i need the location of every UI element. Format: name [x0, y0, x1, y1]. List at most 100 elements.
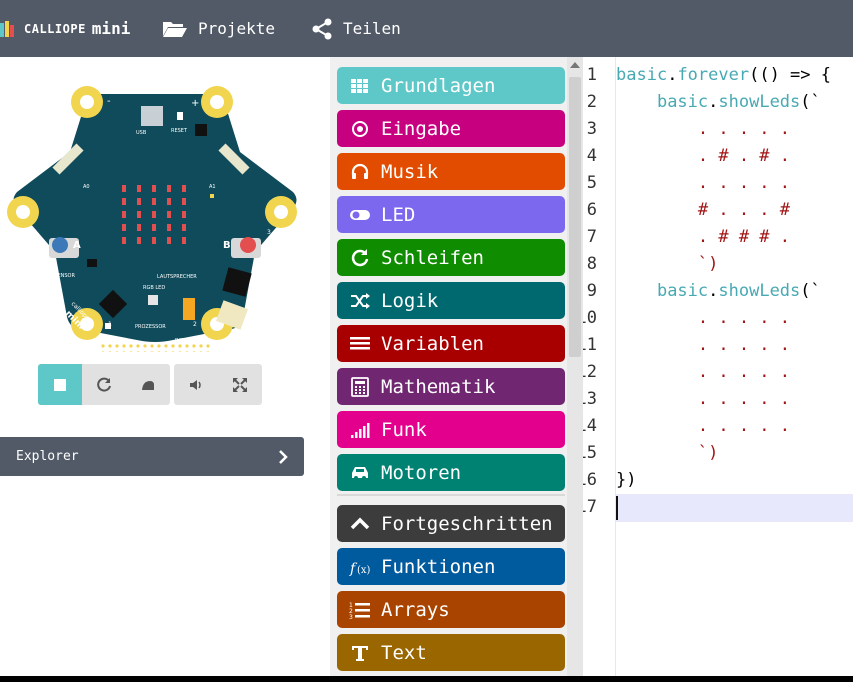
- code-line[interactable]: . # # # .: [616, 227, 790, 247]
- code-line[interactable]: . . . . .: [616, 362, 790, 382]
- led: [167, 198, 171, 205]
- toolbox-category-label: Mathematik: [381, 375, 496, 398]
- led: [182, 198, 186, 205]
- headphones-icon: [345, 162, 375, 182]
- scroll-up-icon[interactable]: [570, 62, 580, 68]
- code-led-pattern: . # . # .: [697, 146, 791, 166]
- code-function: showLeds: [718, 281, 801, 301]
- share-icon: [312, 18, 332, 39]
- code-line[interactable]: `): [616, 254, 718, 274]
- chevron-up-icon: [345, 514, 375, 534]
- explorer-button[interactable]: Explorer: [0, 437, 304, 476]
- line-number: 14: [583, 416, 597, 436]
- projects-button[interactable]: Projekte: [162, 0, 275, 57]
- line-number: 5: [586, 173, 597, 193]
- edge-pin-dot: [122, 351, 126, 352]
- reset-button[interactable]: [195, 124, 207, 136]
- code-line[interactable]: . . . . .: [616, 308, 790, 328]
- code-line[interactable]: . . . . .: [616, 416, 790, 436]
- mute-button[interactable]: [174, 364, 218, 405]
- toolbox-category-label: LED: [381, 203, 416, 226]
- code-line[interactable]: . # . # .: [616, 146, 790, 166]
- list-icon: [345, 334, 375, 354]
- code-line[interactable]: . . . . .: [616, 119, 790, 139]
- toolbox-category-label: Text: [381, 641, 427, 664]
- edge-pin-dot: [164, 344, 168, 348]
- toolbox-category-label: Funktionen: [381, 555, 496, 578]
- toolbox-category-fortgeschritten[interactable]: Fortgeschritten: [337, 505, 565, 542]
- line-number: 4: [586, 146, 597, 166]
- code-line[interactable]: `): [616, 443, 718, 463]
- code-line[interactable]: . . . . .: [616, 173, 790, 193]
- stop-button[interactable]: [38, 364, 82, 405]
- text-icon: [345, 643, 375, 663]
- a0-label: A0: [83, 184, 90, 190]
- toolbox-category-label: Grundlagen: [381, 74, 496, 97]
- code-punctuation: }): [616, 470, 637, 490]
- pin-0-label: 0: [33, 229, 37, 236]
- slow-motion-button[interactable]: [126, 364, 170, 405]
- code-line[interactable]: basic.showLeds(`: [616, 92, 821, 112]
- explorer-label: Explorer: [16, 449, 79, 464]
- line-number: 11: [583, 335, 597, 355]
- code-line[interactable]: basic.forever(() => {: [616, 65, 831, 85]
- line-number: 16: [583, 470, 597, 490]
- edge-pin-dot: [150, 344, 154, 348]
- toolbox-category-logik[interactable]: Logik: [337, 282, 565, 319]
- code-function: showLeds: [718, 92, 801, 112]
- edge-pin-dot: [192, 344, 196, 348]
- lautsprecher-label: LAUTSPRECHER: [157, 274, 197, 280]
- code-line[interactable]: . . . . .: [616, 389, 790, 409]
- button-b[interactable]: [240, 237, 256, 253]
- toolbox-category-mathematik[interactable]: Mathematik: [337, 368, 565, 405]
- toolbox-category-variablen[interactable]: Variablen: [337, 325, 565, 362]
- toolbox-category-led[interactable]: LED: [337, 196, 565, 233]
- pin-3-label: 3: [267, 229, 271, 236]
- led: [137, 185, 141, 192]
- toolbox-category-motoren[interactable]: Motoren: [337, 454, 565, 491]
- line-number: 10: [583, 308, 597, 328]
- pin-plus-label: +: [191, 98, 199, 109]
- toolbox-category-text[interactable]: Text: [337, 634, 565, 671]
- toolbox-category-grundlagen[interactable]: Grundlagen: [337, 67, 565, 104]
- code-led-pattern: . . . . .: [697, 173, 791, 193]
- toolbox-category-funktionen[interactable]: f (x) Funktionen: [337, 548, 565, 585]
- pin-2-label: 2: [193, 321, 197, 328]
- edge-pin-dot: [171, 344, 175, 348]
- fullscreen-button[interactable]: [218, 364, 262, 405]
- code-line[interactable]: # . . . #: [616, 200, 790, 220]
- grid-icon: [345, 76, 375, 96]
- code-line[interactable]: }): [616, 470, 636, 490]
- toolbox-category-eingabe[interactable]: Eingabe: [337, 110, 565, 147]
- share-button[interactable]: Teilen: [311, 0, 401, 57]
- svg-text:3: 3: [349, 614, 353, 620]
- toolbox-category-musik[interactable]: Musik: [337, 153, 565, 190]
- toolbox-scrollbar[interactable]: [567, 57, 583, 682]
- toolbox-category-label: Fortgeschritten: [381, 512, 553, 535]
- brand-logo[interactable]: CALLIOPE mini: [0, 0, 130, 57]
- edge-pin-dot: [115, 351, 119, 352]
- toolbox-category-funk[interactable]: Funk: [337, 411, 565, 448]
- toolbox-category-schleifen[interactable]: Schleifen: [337, 239, 565, 276]
- toolbox-category-arrays[interactable]: 1 2 3 Arrays: [337, 591, 565, 628]
- current-line-highlight: [616, 494, 853, 522]
- edge-pin-dot: [101, 351, 105, 352]
- a1-label: A1: [209, 184, 216, 190]
- code-line[interactable]: . . . . .: [616, 335, 790, 355]
- calliope-board[interactable]: - + 0 3 1 2 USB RESET A0 A1 A B LAGESENS…: [5, 82, 305, 352]
- restart-button[interactable]: [82, 364, 126, 405]
- button-a[interactable]: [52, 237, 68, 253]
- edge-pin-dot: [115, 344, 119, 348]
- rgb-led-label: RGB LED: [143, 285, 165, 291]
- refresh-icon: [345, 248, 375, 268]
- bottom-edge: [0, 676, 853, 682]
- scrollbar-thumb[interactable]: [569, 77, 581, 357]
- code-editor[interactable]: 1234567891011121314151617 basic.forever(…: [583, 57, 853, 682]
- code-line[interactable]: basic.showLeds(`: [616, 281, 821, 301]
- signal-icon: [345, 420, 375, 440]
- button-b-label: B: [223, 240, 231, 251]
- button-a-label: A: [73, 240, 81, 251]
